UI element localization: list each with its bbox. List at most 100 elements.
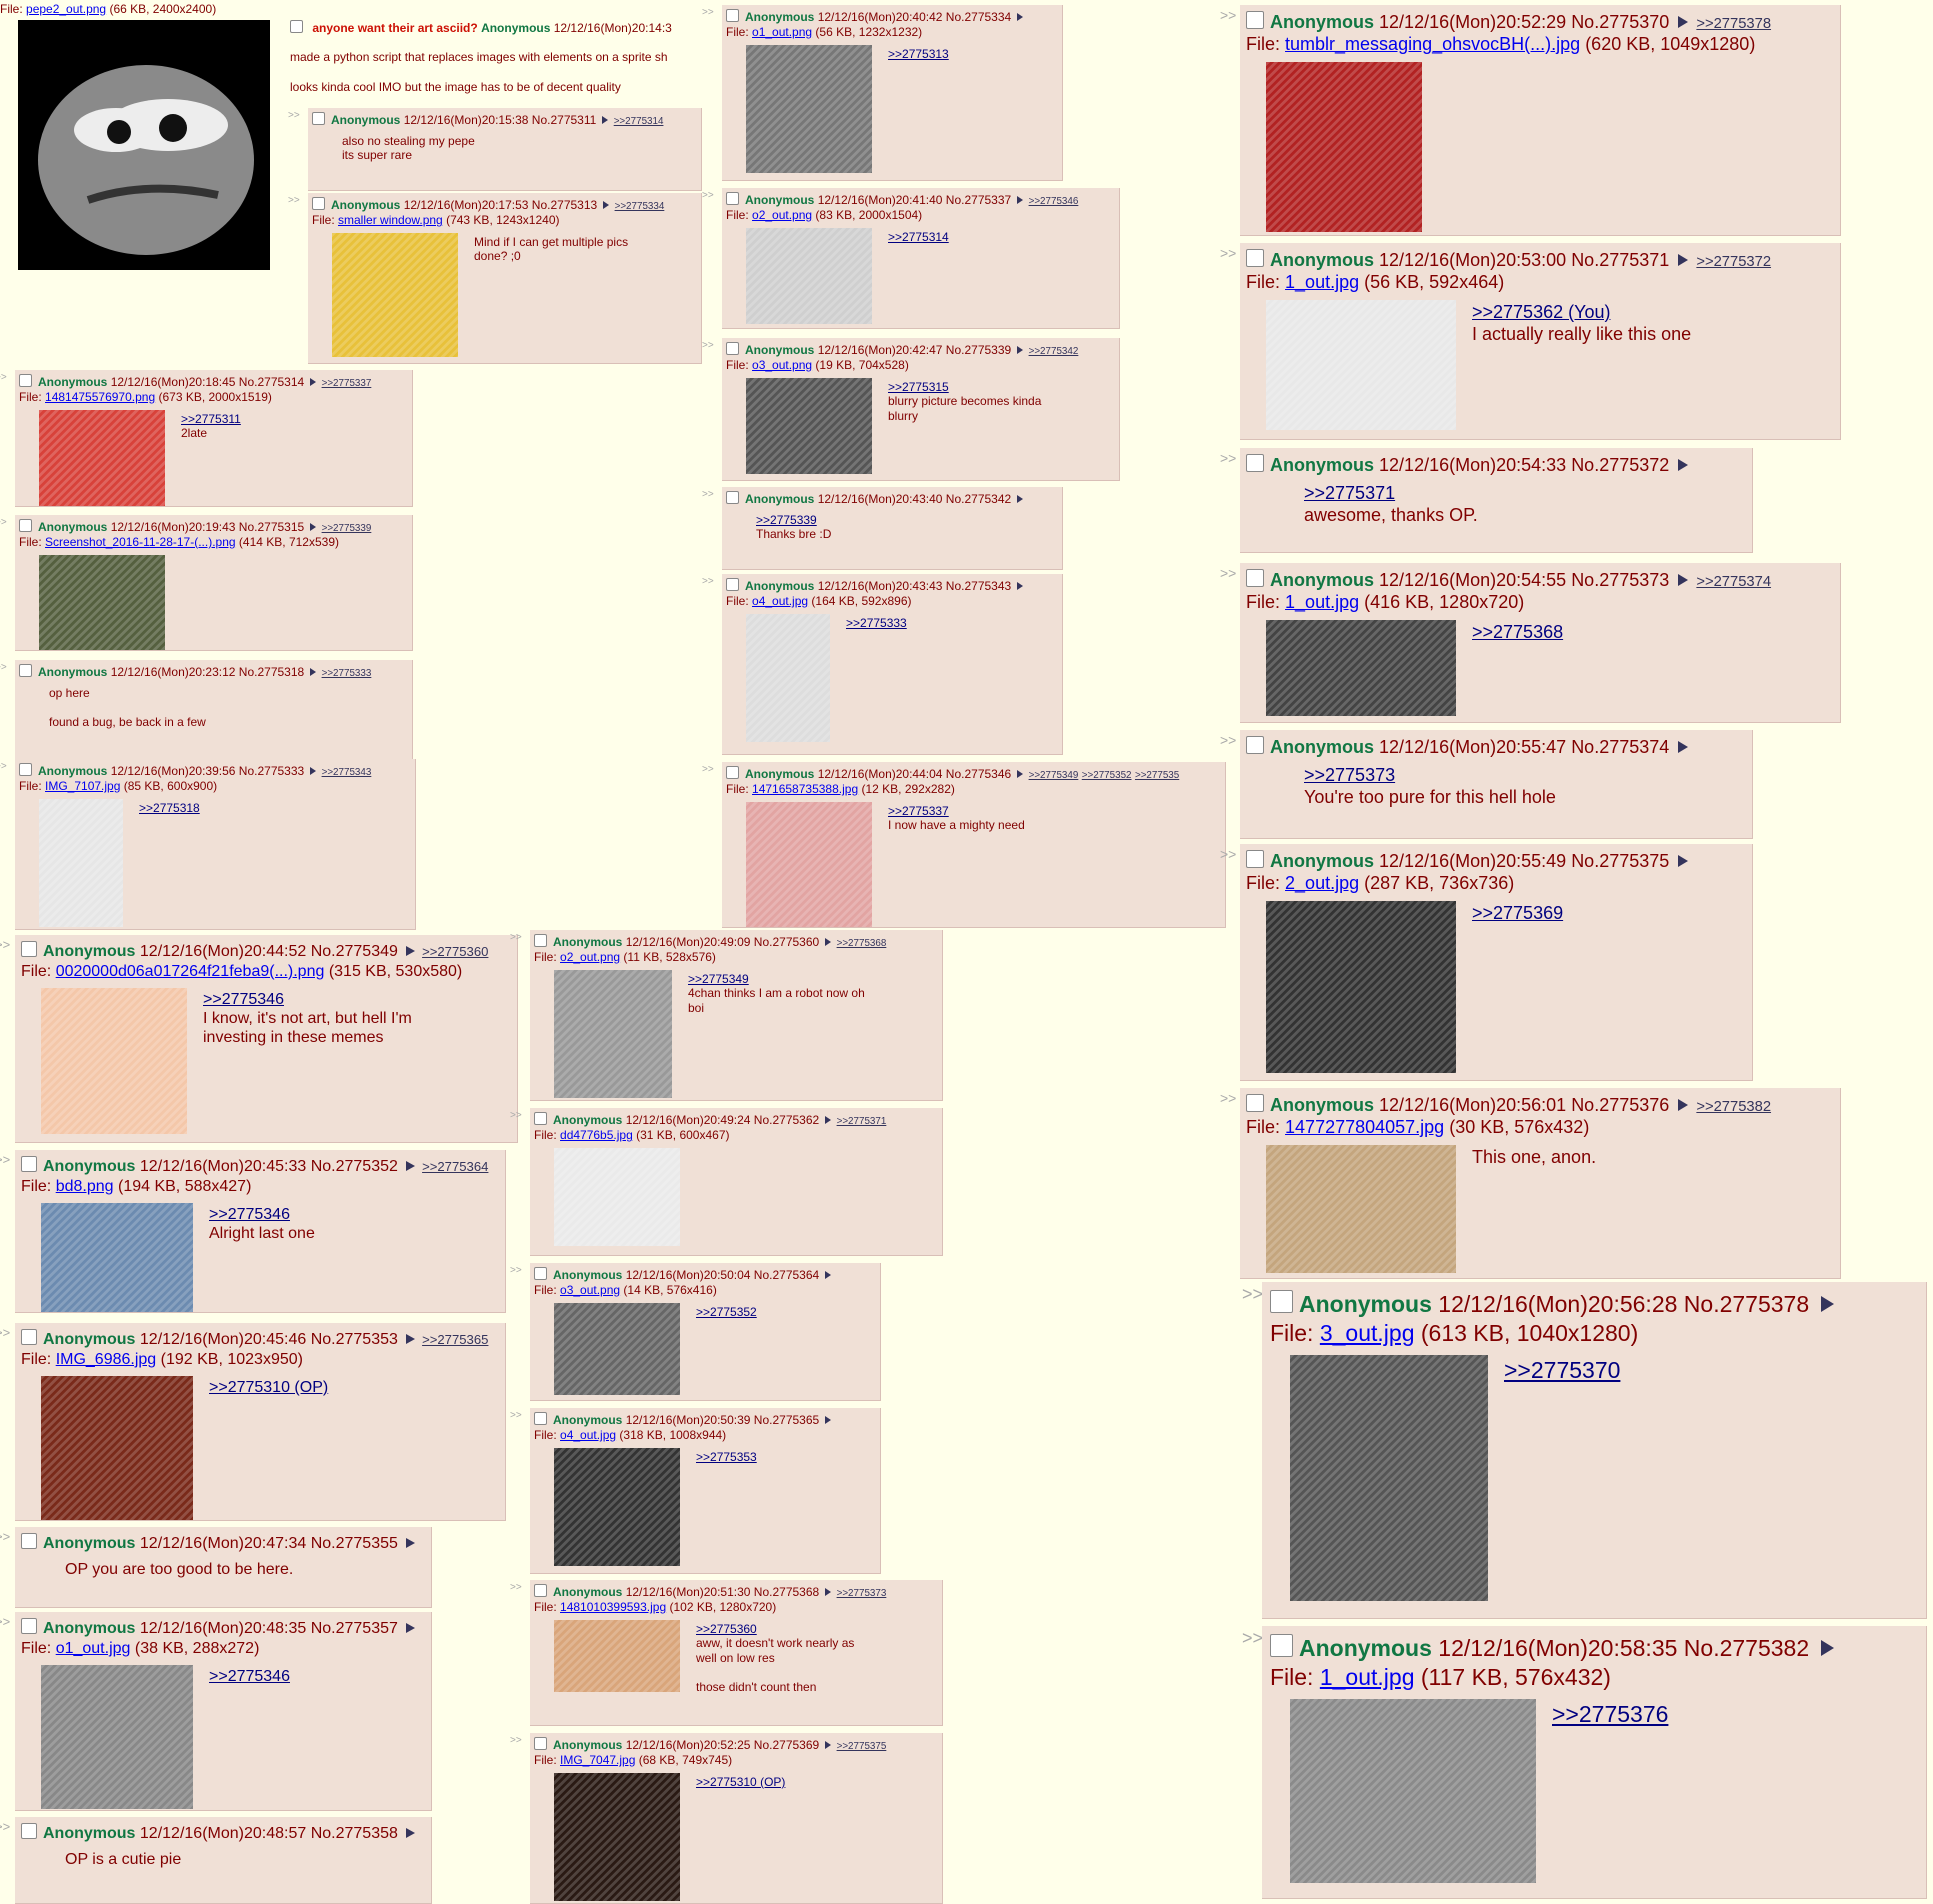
op-thumbnail[interactable] xyxy=(18,20,270,270)
post-thumbnail[interactable] xyxy=(1266,1145,1456,1273)
backlink[interactable]: >>277535 xyxy=(1135,770,1179,781)
backlink[interactable]: >>2775374 xyxy=(1696,574,1771,590)
post-thumbnail[interactable] xyxy=(41,1665,193,1809)
menu-arrow-icon[interactable] xyxy=(1820,1640,1834,1657)
quote-link[interactable]: >>2775337 xyxy=(888,804,1215,818)
backlink[interactable]: >>2775371 xyxy=(837,1116,887,1127)
post-checkbox[interactable] xyxy=(534,1412,547,1425)
post-number[interactable]: No.2775365 xyxy=(754,1413,819,1427)
post-number[interactable]: No.2775353 xyxy=(311,1331,398,1348)
post-checkbox[interactable] xyxy=(19,763,32,776)
backlink[interactable]: >>2775343 xyxy=(322,767,372,778)
backlink[interactable]: >>2775334 xyxy=(615,201,665,212)
quote-link[interactable]: >>2775333 xyxy=(846,616,1052,630)
menu-arrow-icon[interactable] xyxy=(603,201,610,210)
menu-arrow-icon[interactable] xyxy=(1017,196,1024,205)
post-number[interactable]: No.2775372 xyxy=(1571,455,1669,475)
menu-arrow-icon[interactable] xyxy=(405,1538,415,1549)
file-link[interactable]: 1_out.jpg xyxy=(1285,272,1359,292)
post-checkbox[interactable] xyxy=(534,1737,547,1750)
quote-link[interactable]: >>2775346 xyxy=(209,1667,421,1686)
backlink[interactable]: >>2775378 xyxy=(1696,16,1771,32)
quote-link[interactable]: >>2775349 xyxy=(688,972,932,986)
file-link[interactable]: IMG_7107.jpg xyxy=(45,779,120,793)
post-number[interactable]: No.2775374 xyxy=(1571,737,1669,757)
file-link[interactable]: 1_out.jpg xyxy=(1320,1664,1415,1690)
menu-arrow-icon[interactable] xyxy=(310,668,317,677)
post-number[interactable]: No.2775376 xyxy=(1571,1095,1669,1115)
file-link[interactable]: IMG_7047.jpg xyxy=(560,1753,635,1767)
menu-arrow-icon[interactable] xyxy=(1017,495,1024,504)
file-link[interactable]: 1477277804057.jpg xyxy=(1285,1117,1444,1137)
menu-arrow-icon[interactable] xyxy=(1017,770,1024,779)
post-checkbox[interactable] xyxy=(726,9,739,22)
menu-arrow-icon[interactable] xyxy=(405,1828,415,1839)
menu-arrow-icon[interactable] xyxy=(825,938,832,947)
post-checkbox[interactable] xyxy=(19,374,32,387)
quote-link[interactable]: >>2775310 (OP) xyxy=(209,1378,495,1397)
quote-link[interactable]: >>2775314 xyxy=(888,230,1109,244)
quote-link[interactable]: >>2775362 (You) xyxy=(1472,302,1830,324)
file-link[interactable]: o1_out.png xyxy=(752,25,812,39)
post-thumbnail[interactable] xyxy=(41,988,187,1134)
post-thumbnail[interactable] xyxy=(332,233,458,357)
backlink[interactable]: >>2775365 xyxy=(422,1332,488,1347)
backlink[interactable]: >>2775346 xyxy=(1029,196,1079,207)
file-link[interactable]: o2_out.png xyxy=(752,208,812,222)
post-thumbnail[interactable] xyxy=(746,802,872,927)
menu-arrow-icon[interactable] xyxy=(1017,13,1024,22)
menu-arrow-icon[interactable] xyxy=(825,1271,832,1280)
menu-arrow-icon[interactable] xyxy=(405,1161,415,1172)
backlink[interactable]: >>2775372 xyxy=(1696,254,1771,270)
menu-arrow-icon[interactable] xyxy=(825,1116,832,1125)
file-link[interactable]: o3_out.png xyxy=(752,358,812,372)
post-checkbox[interactable] xyxy=(312,112,325,125)
post-number[interactable]: No.2775313 xyxy=(532,198,597,212)
post-thumbnail[interactable] xyxy=(554,1303,680,1395)
menu-arrow-icon[interactable] xyxy=(825,1588,832,1597)
quote-link[interactable]: >>2775313 xyxy=(888,47,1052,61)
post-checkbox[interactable] xyxy=(1246,1094,1264,1112)
menu-arrow-icon[interactable] xyxy=(1678,459,1689,472)
post-checkbox[interactable] xyxy=(534,1267,547,1280)
post-checkbox[interactable] xyxy=(1246,11,1264,29)
menu-arrow-icon[interactable] xyxy=(825,1741,832,1750)
post-checkbox[interactable] xyxy=(534,1584,547,1597)
backlink[interactable]: >>2775337 xyxy=(322,378,372,389)
menu-arrow-icon[interactable] xyxy=(1678,574,1689,587)
post-checkbox[interactable] xyxy=(1270,1634,1293,1657)
quote-link[interactable]: >>2775339 xyxy=(756,513,1052,527)
backlink[interactable]: >>2775342 xyxy=(1029,346,1079,357)
backlink[interactable]: >>2775314 xyxy=(614,116,664,127)
file-link[interactable]: 1481010399593.jpg xyxy=(560,1600,666,1614)
post-thumbnail[interactable] xyxy=(39,410,165,506)
file-link[interactable]: o1_out.jpg xyxy=(56,1640,131,1657)
menu-arrow-icon[interactable] xyxy=(310,378,317,387)
post-number[interactable]: No.2775346 xyxy=(946,767,1011,781)
post-number[interactable]: No.2775370 xyxy=(1571,12,1669,32)
backlink[interactable]: >>2775368 xyxy=(837,938,887,949)
post-number[interactable]: No.2775360 xyxy=(754,935,819,949)
quote-link[interactable]: >>2775318 xyxy=(139,801,405,815)
post-thumbnail[interactable] xyxy=(41,1376,193,1520)
post-number[interactable]: No.2775355 xyxy=(311,1535,398,1552)
quote-link[interactable]: >>2775311 xyxy=(181,412,402,426)
file-link[interactable]: IMG_6986.jpg xyxy=(56,1351,157,1368)
backlink[interactable]: >>2775373 xyxy=(837,1588,887,1599)
file-link[interactable]: o3_out.png xyxy=(560,1283,620,1297)
backlink[interactable]: >>2775339 xyxy=(322,523,372,534)
backlink[interactable]: >>2775382 xyxy=(1696,1099,1771,1115)
post-number[interactable]: No.2775333 xyxy=(239,764,304,778)
post-checkbox[interactable] xyxy=(21,1533,37,1549)
post-number[interactable]: No.2775368 xyxy=(754,1585,819,1599)
post-checkbox[interactable] xyxy=(726,192,739,205)
post-checkbox[interactable] xyxy=(312,197,325,210)
file-link[interactable]: 3_out.jpg xyxy=(1320,1320,1415,1346)
post-thumbnail[interactable] xyxy=(554,1773,680,1901)
post-thumbnail[interactable] xyxy=(39,555,165,650)
quote-link[interactable]: >>2775352 xyxy=(696,1305,870,1319)
menu-arrow-icon[interactable] xyxy=(1017,582,1024,591)
quote-link[interactable]: >>2775371 xyxy=(1304,483,1742,505)
menu-arrow-icon[interactable] xyxy=(1678,16,1689,29)
post-checkbox[interactable] xyxy=(21,1156,37,1172)
